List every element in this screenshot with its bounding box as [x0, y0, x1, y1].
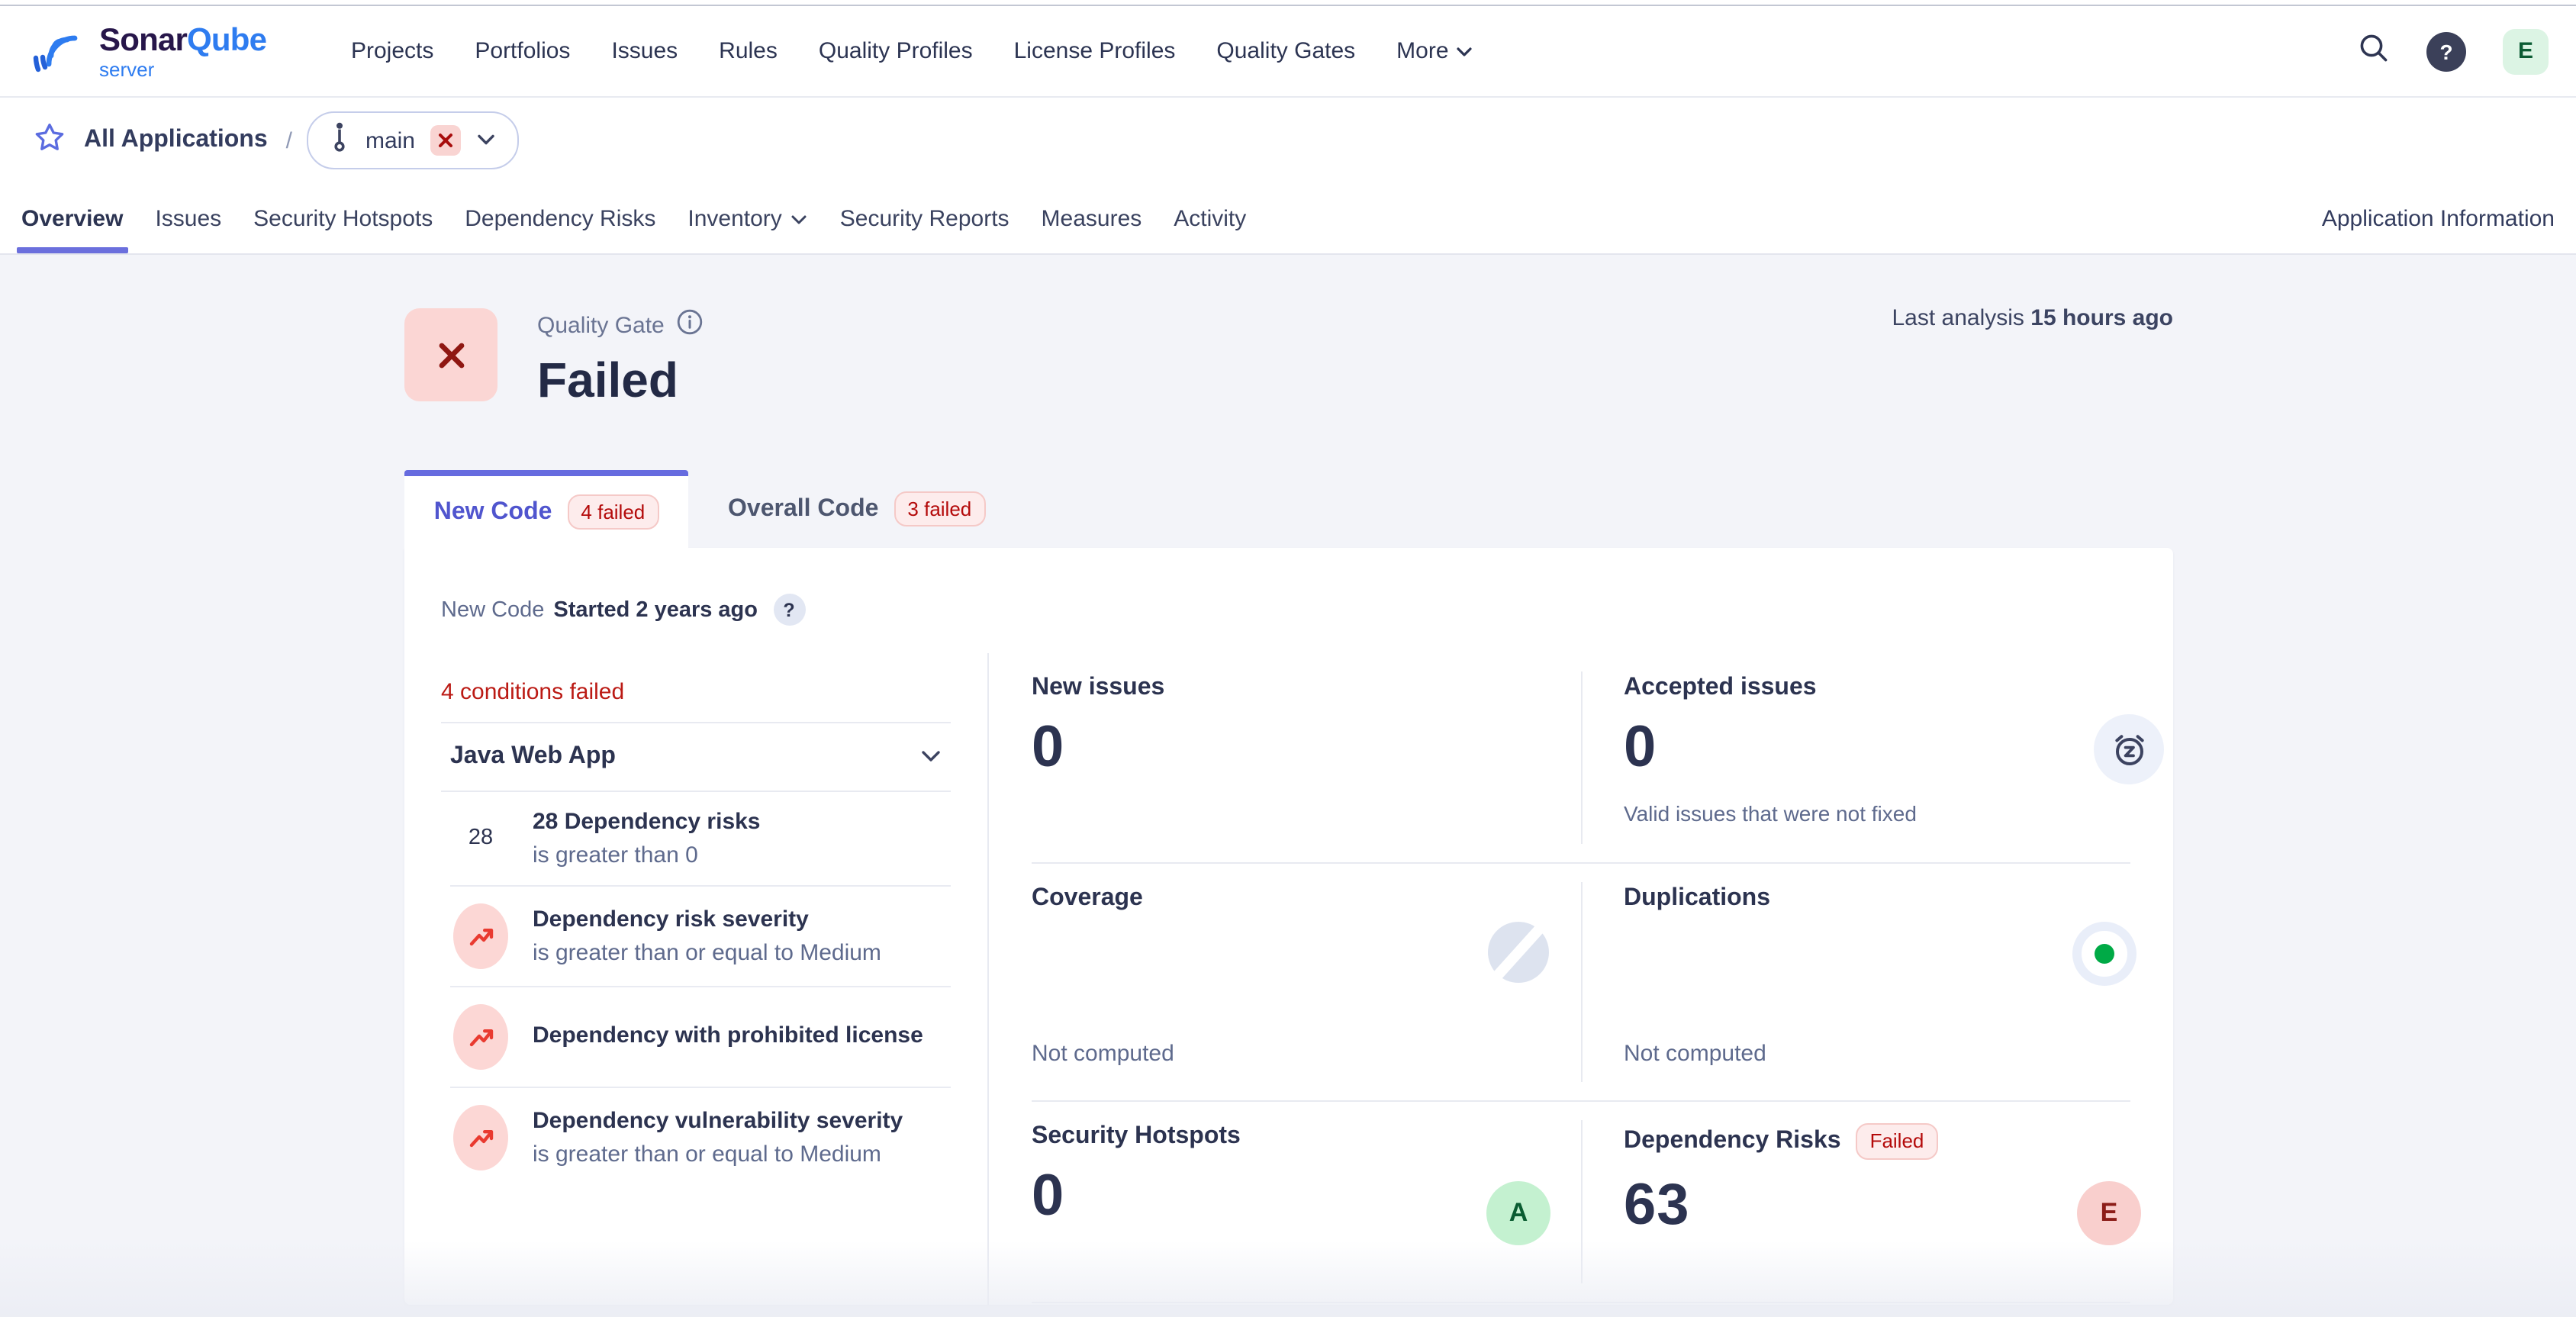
dependency-risks-rating: E [2077, 1181, 2141, 1245]
quality-gate-label: Quality Gate [537, 312, 665, 338]
chevron-down-icon [791, 205, 808, 231]
failed-conditions-panel: 4 conditions failed Java Web App 28 [404, 653, 989, 1305]
tab-new-code[interactable]: New Code 4 failed [404, 470, 688, 548]
nav-quality-gates[interactable]: Quality Gates [1216, 38, 1355, 64]
code-period-tabs: New Code 4 failed Overall Code 3 failed [404, 470, 2173, 548]
nav-projects[interactable]: Projects [351, 38, 433, 64]
tab-measures[interactable]: Measures [1042, 183, 1142, 253]
condition-row[interactable]: 28 28 Dependency risks is greater than 0 [450, 792, 951, 885]
snooze-clock-icon [2094, 714, 2164, 784]
nav-more[interactable]: More [1396, 38, 1473, 64]
breadcrumb-all-applications[interactable]: All Applications [84, 127, 268, 154]
conditions-summary: 4 conditions failed [441, 665, 951, 722]
tab-inventory[interactable]: Inventory [687, 183, 807, 253]
condition-row[interactable]: Dependency vulnerability severity is gre… [450, 1087, 951, 1187]
metric-coverage: Coverage Not computed [1032, 864, 1581, 1100]
new-code-failed-badge: 4 failed [567, 494, 658, 530]
nav-issues[interactable]: Issues [611, 38, 678, 64]
sonarqube-wave-icon [27, 17, 89, 85]
quality-gate-status: Failed [537, 353, 704, 409]
nav-right-actions: ? E [2358, 28, 2549, 74]
duplications-ring-icon [2072, 922, 2136, 993]
tab-dependency-risks[interactable]: Dependency Risks [465, 183, 655, 253]
branch-name: main [365, 127, 415, 153]
period-help-icon[interactable]: ? [773, 594, 805, 626]
project-selector[interactable]: Java Web App [441, 723, 951, 791]
new-code-panel: New Code Started 2 years ago ? 4 conditi… [404, 548, 2173, 1305]
branch-failed-badge [430, 125, 461, 156]
condition-row[interactable]: Dependency risk severity is greater than… [450, 885, 951, 986]
nav-portfolios[interactable]: Portfolios [475, 38, 570, 64]
overview-content: Quality Gate Failed Last analysis [0, 255, 2576, 1317]
tab-activity[interactable]: Activity [1174, 183, 1246, 253]
new-code-period: New Code Started 2 years ago ? [441, 594, 2173, 626]
quality-gate-failed-icon [404, 308, 497, 401]
search-icon[interactable] [2358, 31, 2390, 71]
help-icon[interactable]: ? [2426, 31, 2466, 71]
trend-up-icon [453, 1105, 508, 1170]
trend-up-icon [453, 903, 508, 969]
overall-code-failed-badge: 3 failed [894, 491, 985, 526]
brand-server: server [99, 59, 266, 79]
favorite-star-icon[interactable] [34, 121, 66, 159]
coverage-not-computed-icon [1488, 922, 1549, 990]
branch-selector[interactable]: main [308, 111, 519, 169]
security-hotspots-rating: A [1486, 1181, 1550, 1245]
breadcrumb-separator: / [286, 127, 292, 153]
metric-security-hotspots: Security Hotspots 0 A [1032, 1102, 1581, 1302]
duplications-status: Not computed [1624, 1041, 2130, 1073]
chevron-down-icon [1457, 38, 1473, 64]
metric-duplications: Duplications Not computed [1581, 864, 2130, 1100]
project-tab-bar: Overview Issues Security Hotspots Depend… [0, 183, 2576, 255]
tab-overall-code[interactable]: Overall Code 3 failed [688, 470, 1025, 548]
nav-license-profiles[interactable]: License Profiles [1014, 38, 1176, 64]
accepted-issues-value[interactable]: 0 [1624, 716, 2130, 781]
metric-accepted-issues: Accepted issues 0 Valid issues that were… [1581, 653, 2130, 862]
sonarqube-logo[interactable]: SonarQube server [27, 17, 311, 85]
metrics-grid: New issues 0 Accepted issues 0 Valid iss… [989, 653, 2173, 1305]
brand-text: SonarQube server [99, 24, 266, 79]
dependency-risks-failed-badge: Failed [1856, 1123, 1938, 1159]
last-analysis-value: 15 hours ago [2030, 305, 2173, 331]
condition-measured-value: 28 [469, 826, 493, 851]
coverage-status: Not computed [1032, 1041, 1581, 1073]
user-avatar[interactable]: E [2503, 28, 2549, 74]
breadcrumb-bar: All Applications / main [0, 98, 2576, 183]
metric-dependency-risks: Dependency Risks Failed 63 E [1581, 1102, 2130, 1302]
condition-row[interactable]: Dependency with prohibited license [450, 986, 951, 1087]
sonarqube-page: SonarQube server Projects Portfolios Iss… [0, 0, 2576, 1317]
trend-up-icon [453, 1004, 508, 1070]
tab-issues[interactable]: Issues [155, 183, 221, 253]
nav-rules[interactable]: Rules [719, 38, 778, 64]
window-top-edge [0, 0, 2576, 6]
quality-gate-header: Quality Gate Failed Last analysis [404, 308, 2173, 409]
chevron-down-icon [476, 127, 496, 154]
nav-quality-profiles[interactable]: Quality Profiles [819, 38, 973, 64]
dependency-risks-value[interactable]: 63 [1624, 1173, 2130, 1238]
metric-new-issues: New issues 0 [1032, 653, 1581, 862]
condition-list: 28 28 Dependency risks is greater than 0 [441, 792, 951, 1187]
quality-gate-text: Quality Gate Failed [537, 308, 704, 409]
tab-security-reports[interactable]: Security Reports [840, 183, 1009, 253]
new-issues-value[interactable]: 0 [1032, 716, 1581, 781]
top-navigation-bar: SonarQube server Projects Portfolios Iss… [0, 6, 2576, 98]
last-analysis: Last analysis 15 hours ago [1892, 305, 2174, 331]
brand-sonar: Sonar [99, 22, 187, 57]
application-information-link[interactable]: Application Information [2322, 205, 2555, 231]
tab-overview[interactable]: Overview [21, 183, 123, 253]
brand-qube: Qube [187, 22, 266, 57]
main-navigation: Projects Portfolios Issues Rules Quality… [351, 38, 1473, 64]
tab-security-hotspots[interactable]: Security Hotspots [253, 183, 433, 253]
branch-icon [330, 121, 350, 160]
info-icon[interactable] [677, 308, 704, 342]
chevron-down-icon [920, 743, 942, 771]
